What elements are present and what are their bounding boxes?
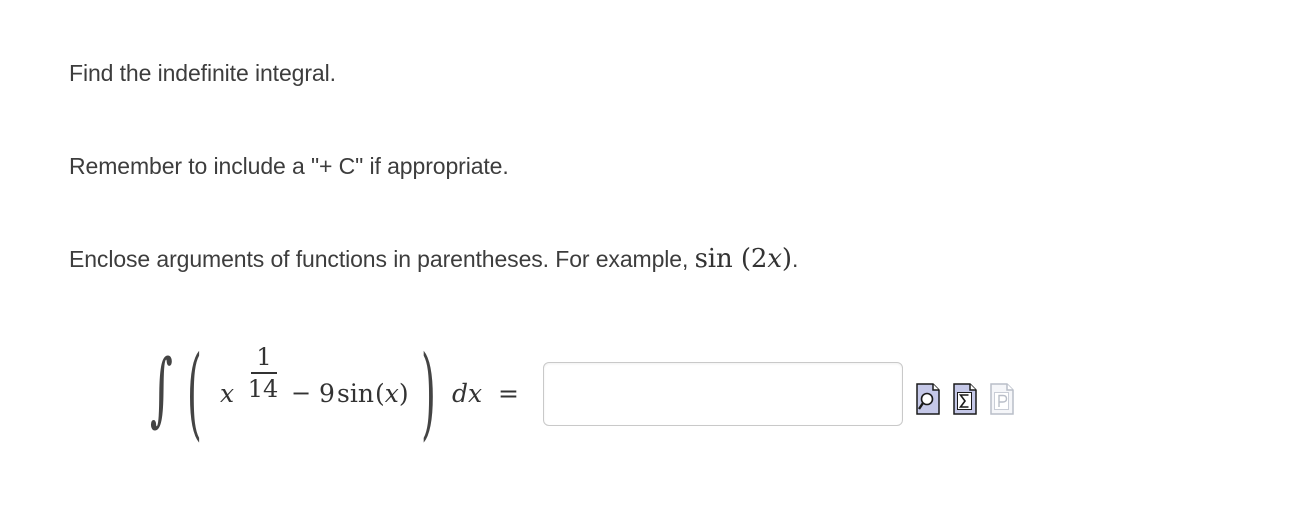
example-close-paren: ) [781,244,792,274]
instruction-find-integral: Find the indefinite integral. [69,60,336,86]
left-parenthesis: ( [187,334,202,451]
preview-button[interactable] [914,376,942,418]
example-fn: sin [694,244,733,274]
instruction-parentheses-text: Enclose arguments of functions in parent… [69,246,695,272]
exponent-fraction-bar [251,372,277,374]
example-open-paren: ( [732,244,751,274]
instruction-end-period: . [791,246,799,272]
example-var: x [767,244,782,274]
answer-input[interactable] [543,362,903,426]
preview-magnifier-icon [916,383,940,415]
sin-function: sin [337,379,374,408]
minus-sign: − [291,379,312,407]
equals-sign: = [498,379,519,408]
argument-variable: x [384,379,399,408]
argument-close-paren: ) [398,379,409,408]
base-variable: x [220,379,235,408]
exponent-denominator: 14 [247,375,279,403]
instruction-plus-c: Remember to include a "+ C" if appropria… [69,153,509,179]
paste-button[interactable] [988,376,1016,418]
exponent-numerator: 1 [256,343,272,371]
right-parenthesis: ) [421,334,436,451]
differential: dx [452,379,483,408]
integral-sign: ∫ [150,342,173,435]
function-argument: (x) [375,381,409,406]
equation-sigma-icon [953,383,977,415]
equation-editor-button[interactable] [951,376,979,418]
instruction-parentheses: Enclose arguments of functions in parent… [69,245,798,273]
example-math: sin (2x) [694,244,793,274]
coefficient: 9 [319,379,335,408]
integral-expression: ∫ ( x 1 14 − 9 sin (x) ) dx = [150,335,535,460]
example-num: 2 [750,244,768,274]
paste-p-icon [990,383,1014,415]
argument-open-paren: ( [375,379,385,408]
